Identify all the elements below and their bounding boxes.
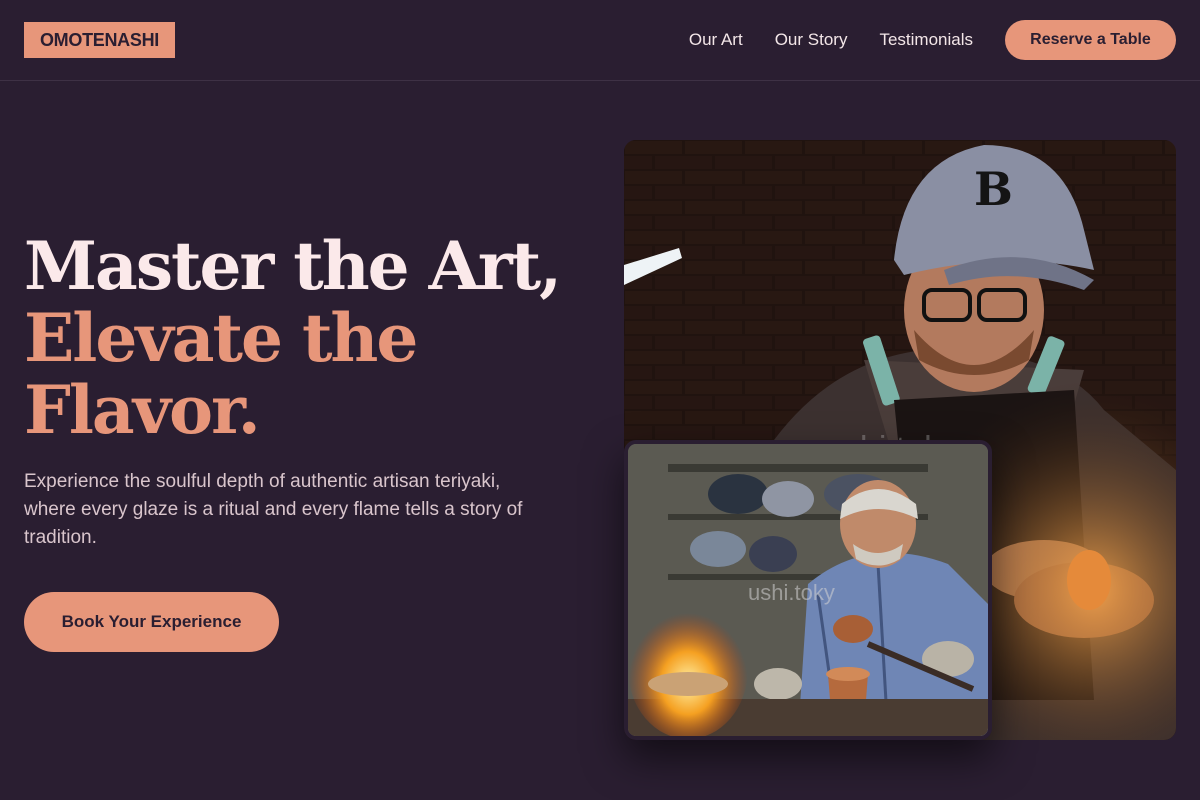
- hero-description: Experience the soulful depth of authenti…: [24, 471, 523, 548]
- headline-line-2: Elevate the: [24, 299, 418, 377]
- brand-logo[interactable]: OMOTENASHI: [24, 22, 175, 58]
- nav-link-our-story[interactable]: Our Story: [775, 30, 848, 50]
- metalworker-photo: ushi.toky: [624, 440, 992, 740]
- headline-line-1: Master the Art,: [24, 227, 562, 305]
- image-watermark-inset: ushi.toky: [748, 580, 835, 605]
- hero-headline: Master the Art, Elevate the Flavor.: [24, 230, 584, 446]
- headline-line-3: Flavor.: [24, 371, 261, 449]
- main-nav: Our Art Our Story Testimonials Reserve a…: [689, 0, 1176, 80]
- reserve-table-button[interactable]: Reserve a Table: [1005, 20, 1176, 60]
- nav-link-our-art[interactable]: Our Art: [689, 30, 743, 50]
- nav-link-testimonials[interactable]: Testimonials: [879, 30, 973, 50]
- book-experience-button[interactable]: Book Your Experience: [24, 592, 279, 652]
- top-navigation-bar: OMOTENASHI Our Art Our Story Testimonial…: [0, 0, 1200, 81]
